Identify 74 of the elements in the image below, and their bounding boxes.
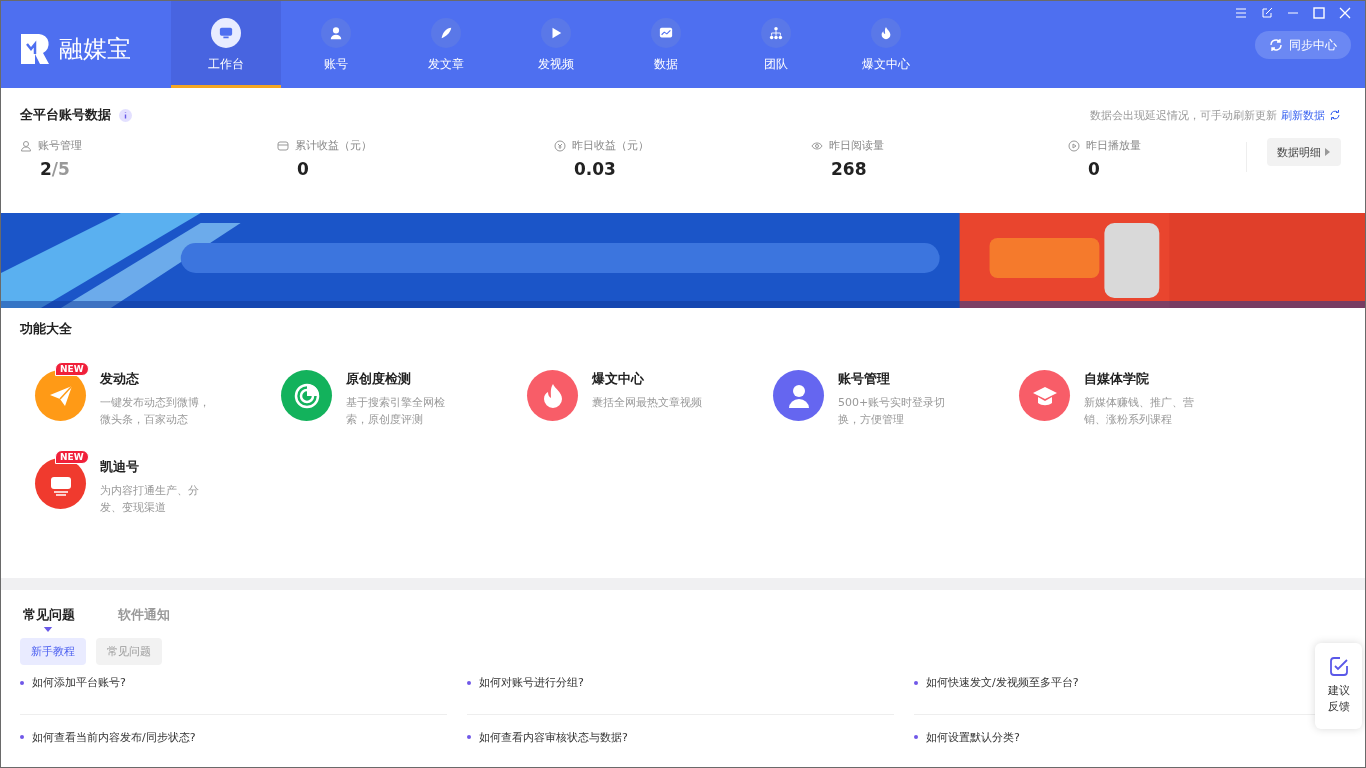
new-badge: NEW xyxy=(55,362,89,376)
feature-description: 基于搜索引擎全网检索，原创度评测 xyxy=(346,395,446,428)
feature-description: 500+账号实时登录切换，方便管理 xyxy=(838,395,947,428)
nav-tab[interactable]: 发视频 xyxy=(501,1,611,88)
feature-icon[interactable] xyxy=(35,458,86,509)
faq-link[interactable]: 如何设置默认分类? xyxy=(926,729,1020,745)
feature-name[interactable]: 账号管理 xyxy=(838,370,958,388)
radar-icon xyxy=(292,381,321,410)
delay-notice: 数据会出现延迟情况，可手动刷新更新 xyxy=(1090,107,1277,123)
nav-tab[interactable]: 账号 xyxy=(281,1,391,88)
edit-icon[interactable] xyxy=(1261,7,1273,19)
feature-description: 一键发布动态到微博，微头条，百家动态 xyxy=(100,395,211,428)
app-name: 融媒宝 xyxy=(59,33,131,65)
nav-tab[interactable]: 工作台 xyxy=(171,1,281,88)
user-icon xyxy=(329,25,343,40)
close-icon[interactable] xyxy=(1339,7,1351,19)
feature-description: 新媒体赚钱、推广、营销、涨粉系列课程 xyxy=(1084,395,1195,428)
faq-link[interactable]: 如何查看内容审核状态与数据? xyxy=(479,729,628,745)
nav-tab[interactable]: 数据 xyxy=(611,1,721,88)
faq-link[interactable]: 如何添加平台账号? xyxy=(32,675,126,690)
info-icon[interactable] xyxy=(119,108,132,122)
feedback-button[interactable]: 建议反馈 xyxy=(1315,643,1362,729)
section-title: 全平台账号数据 xyxy=(20,106,111,124)
monitor-icon xyxy=(219,25,233,40)
data-detail-button[interactable]: 数据明细 xyxy=(1267,138,1341,166)
feature-name[interactable]: 发动态 xyxy=(100,370,220,388)
feather-icon xyxy=(439,25,453,40)
section-title: 功能大全 xyxy=(20,321,72,336)
faq-link[interactable]: 如何快速发文/发视频至多平台? xyxy=(926,675,1079,690)
stat-label: 昨日阅读量 xyxy=(828,138,884,153)
feature-name[interactable]: 自媒体学院 xyxy=(1084,370,1204,388)
feature-icon[interactable] xyxy=(281,370,332,421)
refresh-icon[interactable] xyxy=(1329,109,1341,121)
feature-description: 囊括全网最热文章视频 xyxy=(592,395,703,411)
team-icon xyxy=(769,25,783,40)
stat-value: 2/5 xyxy=(39,159,71,179)
maximize-icon[interactable] xyxy=(1313,7,1325,19)
flame-icon xyxy=(879,25,893,40)
play-icon xyxy=(1068,139,1081,152)
stat-label: 累计收益（元） xyxy=(295,138,373,153)
chart-icon xyxy=(659,25,673,40)
wallet-icon xyxy=(277,139,290,152)
feature-icon[interactable] xyxy=(35,370,86,421)
faq-link[interactable]: 如何对账号进行分组? xyxy=(479,675,584,690)
nav-tab[interactable]: 爆文中心 xyxy=(831,1,941,88)
user-icon xyxy=(20,139,32,152)
stat-label: 账号管理 xyxy=(38,138,82,153)
feature-name[interactable]: 爆文中心 xyxy=(592,370,712,388)
feature-name[interactable]: 凯迪号 xyxy=(100,458,220,476)
feature-description: 为内容打通生产、分发、变现渠道 xyxy=(100,483,200,516)
menu-icon[interactable] xyxy=(1235,7,1247,19)
feature-icon[interactable] xyxy=(773,370,824,421)
sync-icon xyxy=(1269,38,1283,52)
stat-label: 昨日播放量 xyxy=(1086,138,1142,153)
feature-icon[interactable] xyxy=(527,370,578,421)
filter-chip[interactable]: 新手教程 xyxy=(20,638,86,665)
feature-name[interactable]: 原创度检测 xyxy=(346,370,466,388)
stat-label: 昨日收益（元） xyxy=(571,138,649,153)
coin-icon xyxy=(553,139,566,152)
eye-icon xyxy=(810,139,823,152)
stat-value: 0 xyxy=(1087,159,1101,179)
nav-tab[interactable]: 团队 xyxy=(721,1,831,88)
feature-icon[interactable] xyxy=(1019,370,1070,421)
stat-value: 0.03 xyxy=(572,159,617,179)
new-badge: NEW xyxy=(55,450,89,464)
stat-value: 268 xyxy=(829,159,868,179)
faq-link[interactable]: 如何查看当前内容发布/同步状态? xyxy=(32,729,196,745)
nav-tab[interactable]: 发文章 xyxy=(391,1,501,88)
stat-value: 0 xyxy=(296,159,310,179)
help-tab[interactable]: 常见问题 xyxy=(20,606,75,624)
refresh-link[interactable]: 刷新数据 xyxy=(1281,107,1325,123)
caret-icon xyxy=(42,627,53,632)
edit-icon xyxy=(1327,655,1350,677)
caret-icon xyxy=(1325,148,1331,156)
